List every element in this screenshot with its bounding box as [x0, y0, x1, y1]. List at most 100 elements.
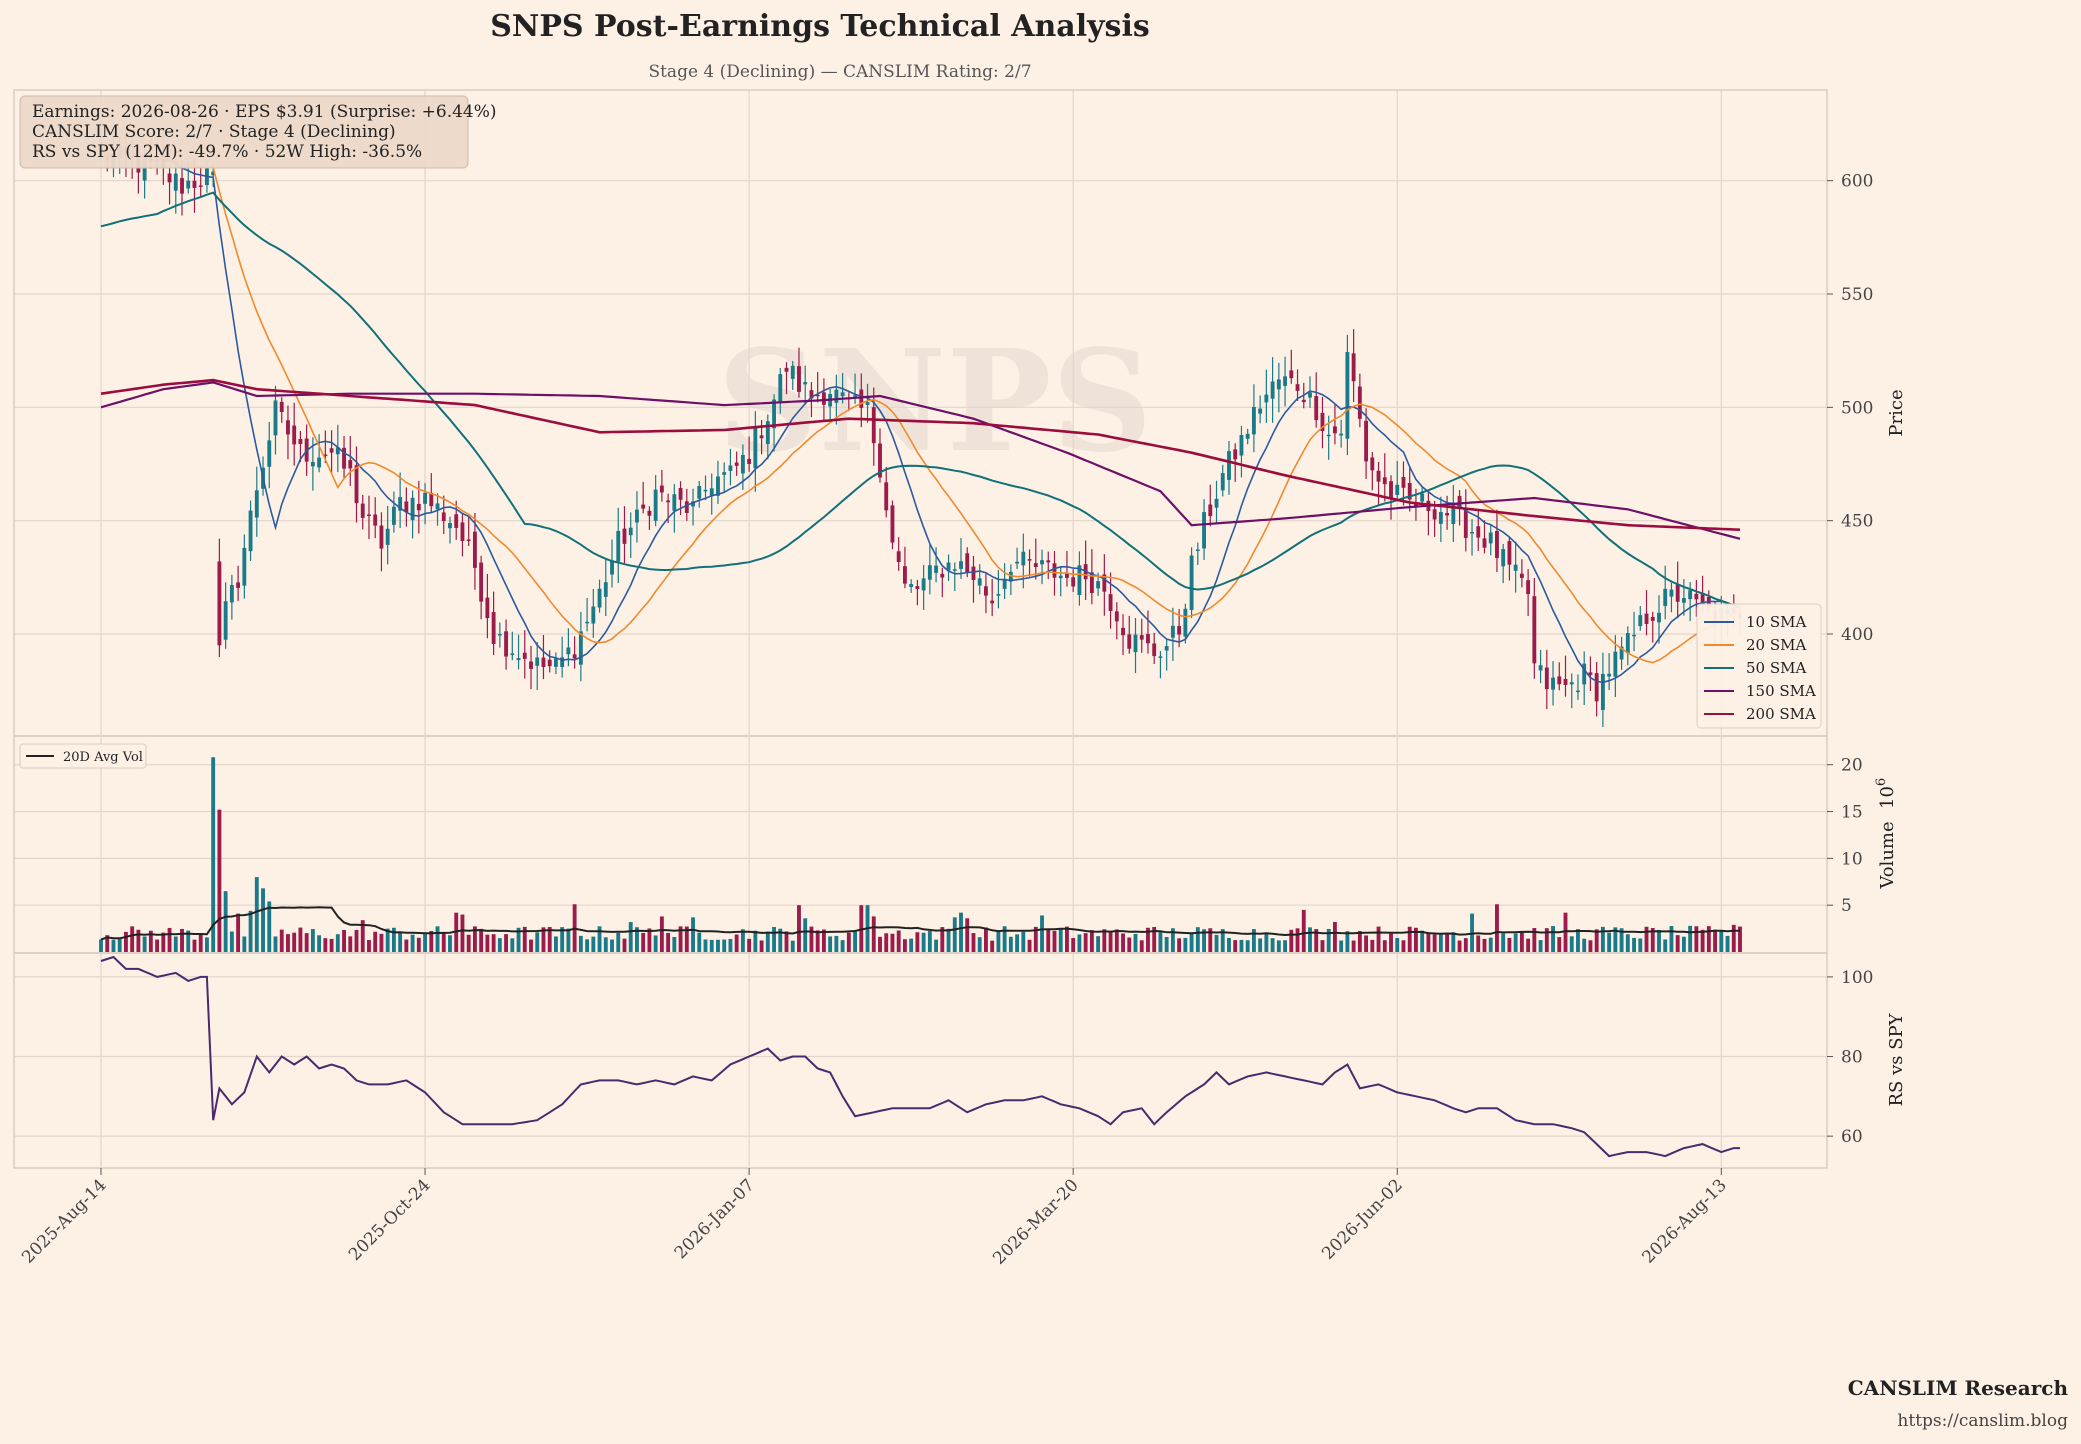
- candle-body: [940, 573, 945, 578]
- candle-body: [1096, 581, 1101, 589]
- volume-panel-frame: [13, 735, 1828, 954]
- volume-bar: [479, 928, 484, 952]
- volume-bar: [348, 936, 353, 952]
- volume-bar: [1245, 940, 1250, 952]
- candle-body: [529, 661, 533, 669]
- candle-body: [248, 510, 253, 552]
- candle-body: [641, 504, 646, 509]
- candle-body: [684, 501, 689, 513]
- candle-body: [1040, 560, 1044, 565]
- candle-body: [1694, 593, 1699, 600]
- candle-body: [1283, 376, 1288, 386]
- sma20-legend-label: 20 SMA: [1746, 636, 1806, 654]
- candle-body: [803, 382, 808, 385]
- candle-body: [591, 606, 596, 624]
- volume-bar: [853, 931, 857, 952]
- candle-body: [1432, 509, 1437, 520]
- candle-body: [753, 428, 758, 469]
- volume-bar: [1576, 929, 1580, 952]
- volume-bar: [1688, 925, 1693, 952]
- volume-bar: [1239, 939, 1244, 952]
- candle-body: [423, 492, 427, 504]
- avg-volume-legend-label: 20D Avg Vol: [63, 750, 143, 765]
- volume-bar: [1389, 933, 1393, 952]
- volume-bar: [1675, 935, 1680, 952]
- candle-body: [1301, 399, 1306, 403]
- volume-bar: [1158, 930, 1163, 952]
- volume-bar: [416, 937, 421, 952]
- volume-bar: [1382, 940, 1387, 952]
- volume-bar: [298, 927, 303, 952]
- candle-body: [896, 551, 901, 563]
- candle-body: [635, 509, 639, 523]
- candle-body: [1357, 386, 1362, 419]
- candle-body: [1569, 682, 1574, 685]
- candle-body: [1476, 526, 1481, 538]
- volume-bar: [423, 934, 427, 952]
- candle-body: [1170, 625, 1175, 638]
- volume-axis-label: Volume: [1877, 821, 1898, 889]
- candle-body: [1220, 473, 1225, 491]
- candle-body: [747, 459, 752, 464]
- volume-bar: [1507, 937, 1512, 952]
- x-tick-label: 2026-Jan-07: [671, 1175, 759, 1263]
- candle-body: [454, 514, 459, 528]
- candle-body: [784, 367, 789, 372]
- candle-body: [984, 586, 988, 596]
- candle-body: [1495, 531, 1499, 558]
- candle-body: [223, 601, 228, 640]
- volume-bar: [1519, 931, 1524, 952]
- volume-bar: [504, 934, 509, 952]
- volume-bar: [653, 935, 658, 952]
- y-tick-labels: 400 450 500 550 600 5 10 15 20 60 80 100: [1827, 172, 1873, 1147]
- volume-bar: [734, 934, 739, 952]
- candle-body: [1438, 511, 1443, 524]
- candle-body: [1239, 435, 1244, 456]
- candle-body: [479, 562, 484, 602]
- volume-bar: [1463, 938, 1468, 952]
- volume-bar: [1127, 937, 1132, 952]
- volume-bar: [1227, 937, 1231, 952]
- x-tick-label: 2026-Jun-02: [1318, 1175, 1406, 1263]
- volume-bar: [1332, 922, 1337, 952]
- volume-bar: [335, 934, 340, 952]
- candle-body: [1264, 394, 1269, 403]
- volume-bar: [610, 939, 614, 952]
- volume-bar: [529, 939, 533, 952]
- volume-bar: [223, 891, 228, 952]
- info-line-canslim: CANSLIM Score: 2/7 · Stage 4 (Declining): [32, 122, 396, 142]
- volume-bar: [971, 933, 976, 952]
- candle-body: [1071, 577, 1076, 587]
- volume-bar: [1694, 926, 1699, 952]
- volume-bar: [167, 927, 172, 952]
- candle-body: [1276, 379, 1281, 390]
- volume-bar: [1195, 927, 1200, 952]
- volume-bar: [1233, 940, 1238, 952]
- candle-body: [229, 584, 234, 603]
- volume-bar: [878, 936, 882, 952]
- volume-bar: [1183, 937, 1188, 952]
- candle-body: [1027, 559, 1032, 561]
- volume-bar: [1451, 932, 1456, 952]
- price-tick-label: 500: [1841, 398, 1873, 418]
- volume-bar: [323, 938, 328, 952]
- volume-bar: [659, 916, 664, 952]
- candle-body: [1657, 612, 1661, 623]
- candle-body: [996, 594, 1001, 596]
- volume-bar: [846, 932, 851, 952]
- candle-body: [597, 588, 602, 608]
- volume-bar: [130, 926, 135, 952]
- volume-bar: [834, 935, 839, 952]
- volume-bar: [142, 936, 147, 952]
- candle-body: [1507, 541, 1512, 565]
- volume-bar: [1401, 940, 1406, 952]
- volume-bar: [1482, 938, 1487, 952]
- volume-tick-label: 20: [1841, 756, 1863, 776]
- volume-bar: [927, 930, 932, 952]
- volume-bar: [1258, 938, 1263, 952]
- volume-bar: [722, 939, 727, 952]
- volume-bar: [647, 928, 652, 952]
- candle-body: [765, 421, 770, 444]
- volume-bar: [1551, 926, 1555, 952]
- candle-body: [921, 578, 926, 591]
